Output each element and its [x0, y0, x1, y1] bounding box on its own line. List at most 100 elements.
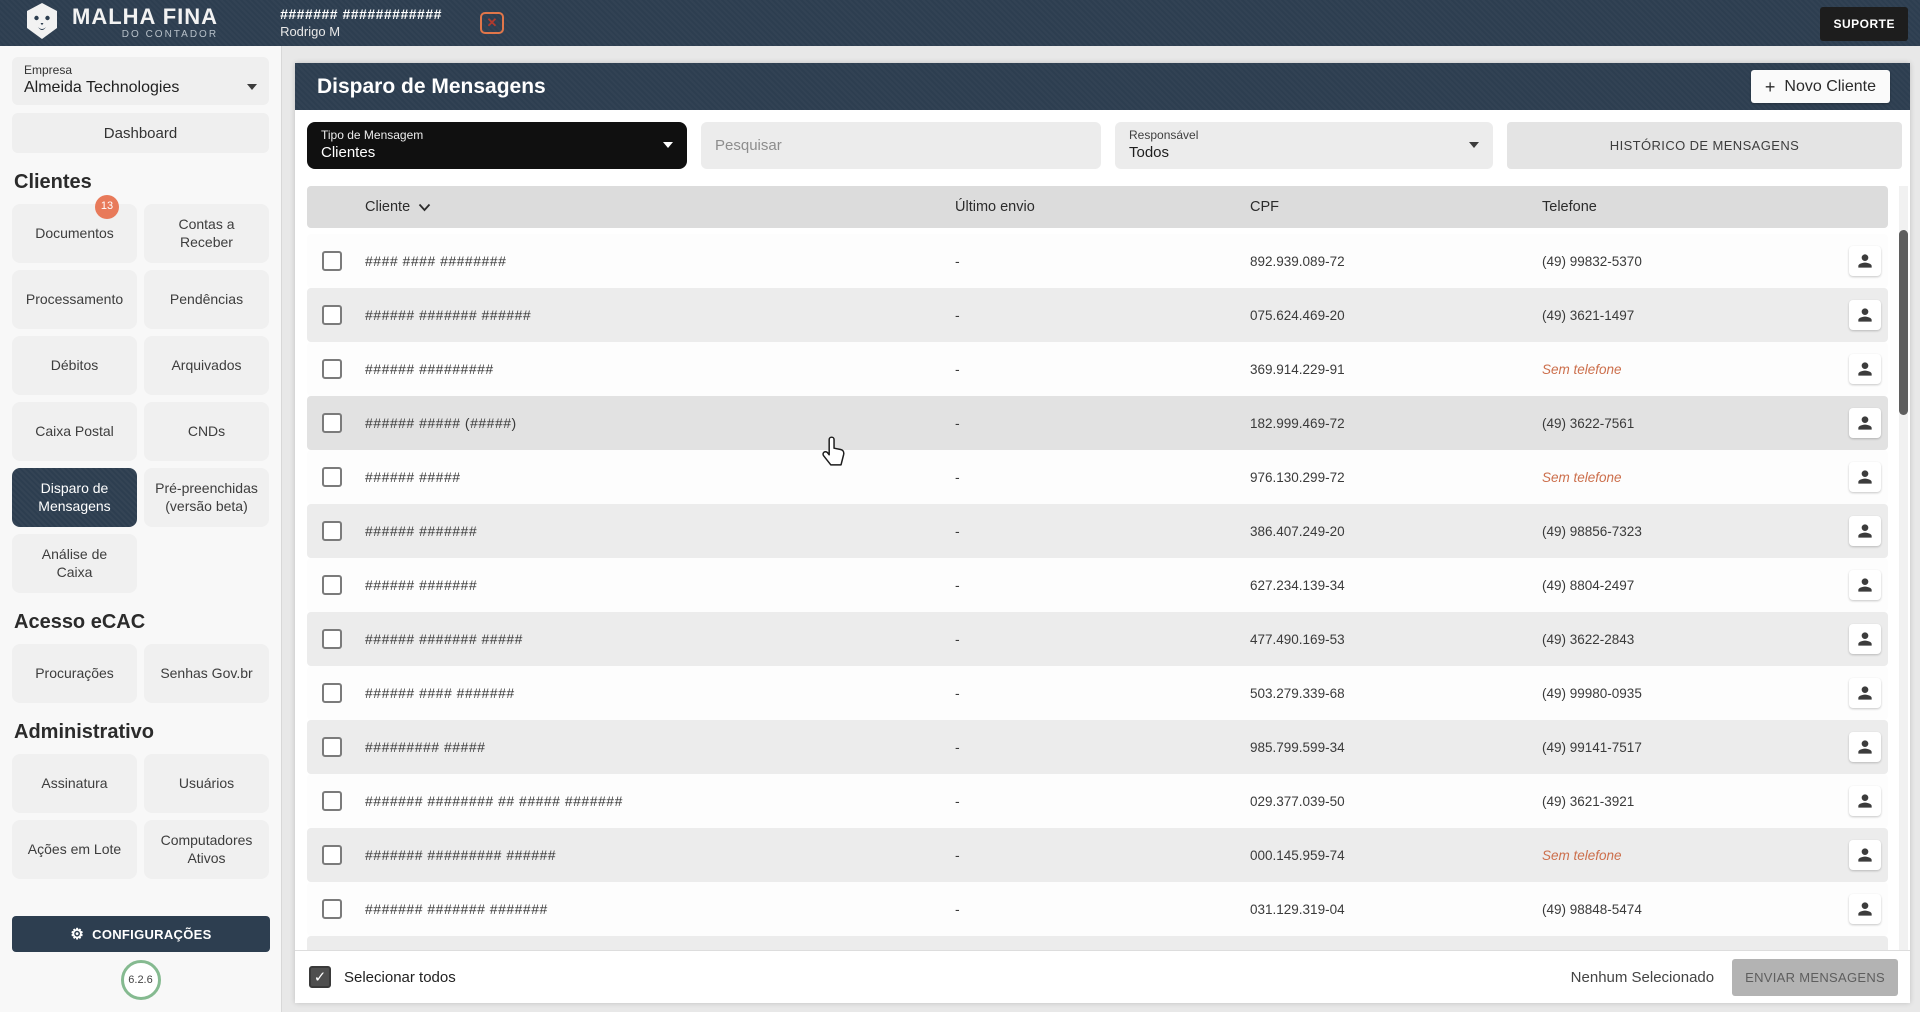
- row-checkbox[interactable]: [322, 791, 342, 811]
- table-row[interactable]: ###### ######### - 369.914.229-91 Sem te…: [307, 342, 1888, 396]
- client-name[interactable]: #### #### ########: [357, 253, 947, 269]
- table-row[interactable]: ###### ####### - 386.407.249-20 (49) 988…: [307, 504, 1888, 558]
- sidebar-item-disparo-de-mensagens[interactable]: Disparo de Mensagens: [12, 468, 137, 527]
- table-row[interactable]: ###### #### ####### - 503.279.339-68 (49…: [307, 666, 1888, 720]
- client-cpf: 627.234.139-34: [1242, 578, 1534, 593]
- client-name[interactable]: ###### #########: [357, 361, 947, 377]
- page-title: Disparo de Mensagens: [317, 75, 546, 99]
- client-name[interactable]: ####### ######## ## ##### #######: [357, 793, 947, 809]
- responsible-dropdown[interactable]: Responsável Todos: [1115, 122, 1493, 169]
- row-checkbox[interactable]: [322, 683, 342, 703]
- row-checkbox[interactable]: [322, 359, 342, 379]
- client-cpf: 477.490.169-53: [1242, 632, 1534, 647]
- table-row[interactable]: ####### ######## ## ##### ####### - 029.…: [307, 774, 1888, 828]
- row-checkbox[interactable]: [322, 467, 342, 487]
- client-name[interactable]: ###### ##### (#####): [357, 415, 947, 431]
- check-icon[interactable]: ✓: [309, 966, 331, 988]
- client-name[interactable]: ######### #####: [357, 739, 947, 755]
- main-panel: Disparo de Mensagens + Novo Cliente Tipo…: [295, 63, 1910, 1003]
- row-checkbox[interactable]: [322, 521, 342, 541]
- client-phone: (49) 8804-2497: [1534, 578, 1834, 593]
- notification-badge: 13: [95, 195, 119, 219]
- table-row[interactable]: ###### ##### (#####) - 182.999.469-72 (4…: [307, 396, 1888, 450]
- client-name[interactable]: ####### ######### ######: [357, 847, 947, 863]
- person-icon[interactable]: [1849, 732, 1881, 762]
- row-checkbox[interactable]: [322, 305, 342, 325]
- client-name[interactable]: ###### ####### ######: [357, 307, 947, 323]
- sidebar-item-usuarios[interactable]: Usuários: [144, 754, 269, 813]
- row-checkbox[interactable]: [322, 629, 342, 649]
- last-sent-value: -: [947, 793, 1242, 809]
- filter-bar: Tipo de Mensagem Clientes Responsável To…: [307, 122, 1902, 169]
- person-icon[interactable]: [1849, 408, 1881, 438]
- person-icon[interactable]: [1849, 624, 1881, 654]
- support-button[interactable]: SUPORTE: [1820, 7, 1908, 41]
- row-checkbox[interactable]: [322, 845, 342, 865]
- person-icon[interactable]: [1849, 786, 1881, 816]
- client-name[interactable]: ####### ####### #######: [357, 901, 947, 917]
- sidebar-item-cnds[interactable]: CNDs: [144, 402, 269, 461]
- select-all-checkbox[interactable]: ✓ Selecionar todos: [309, 966, 456, 988]
- message-history-button[interactable]: HISTÓRICO DE MENSAGENS: [1507, 122, 1902, 169]
- table-row[interactable]: ######### ##### - 985.799.599-34 (49) 99…: [307, 720, 1888, 774]
- person-icon[interactable]: [1849, 246, 1881, 276]
- table-row[interactable]: ###### ####### - 627.234.139-34 (49) 880…: [307, 558, 1888, 612]
- new-client-button[interactable]: + Novo Cliente: [1751, 70, 1890, 103]
- search-input[interactable]: [701, 122, 1101, 169]
- user-subname: Rodrigo M: [280, 24, 442, 40]
- row-checkbox[interactable]: [322, 575, 342, 595]
- client-name[interactable]: ###### #####: [357, 469, 947, 485]
- client-phone: (49) 3621-1497: [1534, 308, 1834, 323]
- table-row[interactable]: ###### ##### - 976.130.299-72 Sem telefo…: [307, 450, 1888, 504]
- sidebar-item-dashboard[interactable]: Dashboard: [12, 113, 269, 153]
- sidebar-item-arquivados[interactable]: Arquivados: [144, 336, 269, 395]
- sidebar-item-computadores-ativos[interactable]: Computadores Ativos: [144, 820, 269, 879]
- column-cliente[interactable]: Cliente: [357, 198, 947, 216]
- person-icon[interactable]: [1849, 516, 1881, 546]
- row-checkbox[interactable]: [322, 413, 342, 433]
- top-bar: MALHA FINA DO CONTADOR ####### #########…: [0, 0, 1920, 46]
- last-sent-value: -: [947, 415, 1242, 431]
- sidebar-item-procuracoes[interactable]: Procurações: [12, 644, 137, 703]
- table-row[interactable]: ####### ######### ###### - 000.145.959-7…: [307, 828, 1888, 882]
- client-name[interactable]: ###### ####### #####: [357, 631, 947, 647]
- person-icon[interactable]: [1849, 840, 1881, 870]
- sidebar-item-caixa-postal[interactable]: Caixa Postal: [12, 402, 137, 461]
- client-name[interactable]: ###### #######: [357, 523, 947, 539]
- client-phone: (49) 99832-5370: [1534, 254, 1834, 269]
- sidebar-item-debitos[interactable]: Débitos: [12, 336, 137, 395]
- person-icon[interactable]: [1849, 354, 1881, 384]
- row-checkbox[interactable]: [322, 737, 342, 757]
- table-row[interactable]: #### #### ######## - 892.939.089-72 (49)…: [307, 234, 1888, 288]
- settings-button[interactable]: ⚙ CONFIGURAÇÕES: [12, 916, 270, 952]
- table-row[interactable]: ###### ####### ###### - 075.624.469-20 (…: [307, 288, 1888, 342]
- table-row[interactable]: [307, 936, 1888, 950]
- row-checkbox[interactable]: [322, 899, 342, 919]
- person-icon[interactable]: [1849, 678, 1881, 708]
- sidebar-item-senhas-gov-br[interactable]: Senhas Gov.br: [144, 644, 269, 703]
- person-icon[interactable]: [1849, 462, 1881, 492]
- client-name[interactable]: ###### #######: [357, 577, 947, 593]
- person-icon[interactable]: [1849, 570, 1881, 600]
- person-icon[interactable]: [1849, 894, 1881, 924]
- table-row[interactable]: ####### ####### ####### - 031.129.319-04…: [307, 882, 1888, 936]
- client-name[interactable]: ###### #### #######: [357, 685, 947, 701]
- scrollbar-thumb[interactable]: [1899, 230, 1908, 415]
- close-icon: ✕: [486, 15, 497, 31]
- sidebar-item-acoes-em-lote[interactable]: Ações em Lote: [12, 820, 137, 879]
- close-session-icon[interactable]: ✕: [480, 12, 504, 34]
- send-messages-button[interactable]: ENVIAR MENSAGENS: [1732, 959, 1898, 996]
- sidebar-item-assinatura[interactable]: Assinatura: [12, 754, 137, 813]
- sidebar-item-pendencias[interactable]: Pendências: [144, 270, 269, 329]
- sidebar-item-processamento[interactable]: Processamento: [12, 270, 137, 329]
- sidebar-item-documentos[interactable]: Documentos13: [12, 204, 137, 263]
- sidebar-item-contas-a-receber[interactable]: Contas a Receber: [144, 204, 269, 263]
- person-icon[interactable]: [1849, 300, 1881, 330]
- vertical-scrollbar[interactable]: [1899, 186, 1908, 950]
- sidebar-item-analise-de-caixa[interactable]: Análise de Caixa: [12, 534, 137, 593]
- sidebar-item-pre-preenchidas-versao-beta[interactable]: Pré-preenchidas (versão beta): [144, 468, 269, 527]
- row-checkbox[interactable]: [322, 251, 342, 271]
- message-type-dropdown[interactable]: Tipo de Mensagem Clientes: [307, 122, 687, 169]
- table-row[interactable]: ###### ####### ##### - 477.490.169-53 (4…: [307, 612, 1888, 666]
- company-select[interactable]: Empresa Almeida Technologies: [12, 57, 269, 105]
